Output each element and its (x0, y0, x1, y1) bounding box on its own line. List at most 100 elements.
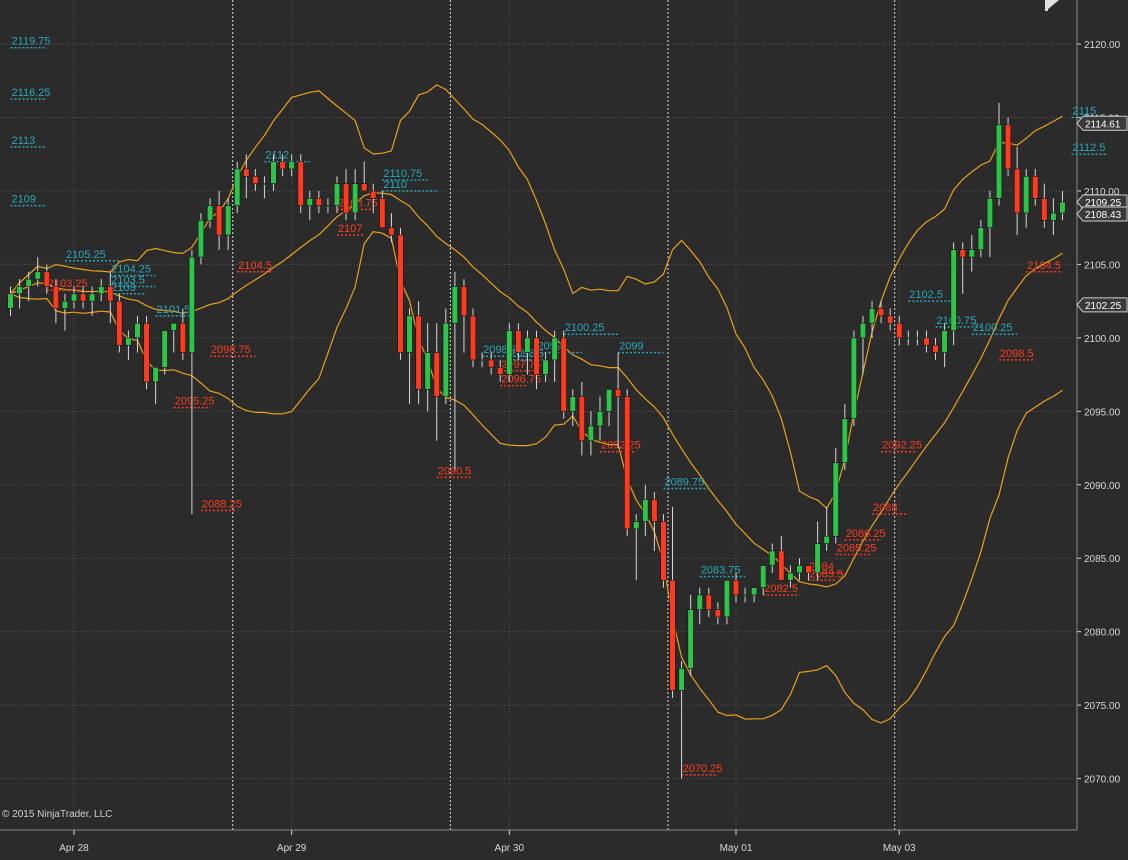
candle-body[interactable] (615, 388, 622, 397)
candle-body[interactable] (896, 322, 903, 339)
candle-body[interactable] (605, 388, 613, 412)
candle-body[interactable] (823, 535, 830, 544)
candle-body[interactable] (61, 300, 69, 309)
candle-body[interactable] (651, 499, 658, 522)
candle-body[interactable] (52, 286, 59, 309)
candle-body[interactable] (125, 337, 132, 346)
candle-body[interactable] (197, 220, 205, 258)
candle-body[interactable] (959, 249, 966, 258)
candle-body[interactable] (7, 293, 14, 309)
candle-body[interactable] (633, 521, 640, 530)
candle-body[interactable] (270, 161, 277, 184)
candle-body[interactable] (152, 366, 159, 383)
candle-body[interactable] (578, 396, 585, 442)
candle-body[interactable] (814, 543, 821, 574)
candle-body[interactable] (669, 579, 676, 691)
candle-body[interactable] (279, 161, 286, 170)
candle-body[interactable] (261, 183, 268, 185)
candle-body[interactable] (433, 352, 440, 397)
candle-body[interactable] (1041, 198, 1048, 221)
candle-body[interactable] (905, 337, 912, 340)
candle-body[interactable] (34, 271, 41, 280)
candle-body[interactable] (841, 418, 848, 464)
candle-body[interactable] (1059, 201, 1066, 214)
candle-body[interactable] (161, 330, 168, 368)
candle-body[interactable] (116, 300, 123, 346)
candle-body[interactable] (787, 572, 794, 581)
candle-body[interactable] (932, 344, 939, 353)
candle-body[interactable] (832, 462, 839, 537)
candle-body[interactable] (778, 550, 785, 581)
candle-body[interactable] (1023, 175, 1030, 214)
candle-body[interactable] (397, 234, 404, 353)
candle-body[interactable] (1032, 175, 1039, 199)
price-chart[interactable]: 2070.00 2075.00 2080.00 2085.00 2090.00 2095.… (0, 0, 1128, 855)
candle-body[interactable] (333, 183, 341, 206)
candle-body[interactable] (315, 198, 322, 206)
candle-body[interactable] (769, 550, 776, 566)
candle-body[interactable] (723, 579, 731, 618)
candle-body[interactable] (859, 322, 867, 339)
candle-body[interactable] (560, 337, 567, 412)
candle-body[interactable] (361, 183, 368, 192)
candle-body[interactable] (1050, 212, 1057, 221)
candle-body[interactable] (25, 278, 32, 287)
candle-body[interactable] (678, 668, 685, 691)
candle-body[interactable] (941, 330, 948, 353)
candle-body[interactable] (660, 521, 667, 581)
candle-body[interactable] (687, 609, 694, 669)
candle-body[interactable] (370, 190, 377, 199)
candle-body[interactable] (70, 293, 78, 302)
candle-body[interactable] (234, 168, 241, 206)
candle-body[interactable] (406, 315, 413, 353)
candle-body[interactable] (488, 359, 495, 368)
candle-body[interactable] (424, 352, 431, 390)
candle-body[interactable] (542, 359, 549, 375)
candle-body[interactable] (497, 366, 504, 375)
candle-body[interactable] (506, 330, 513, 375)
candle-body[interactable] (515, 330, 522, 353)
candle-body[interactable] (977, 227, 984, 251)
candle-body[interactable] (342, 183, 350, 214)
candle-body[interactable] (225, 205, 232, 236)
candlestick-chart-svg[interactable]: 2070.00 2075.00 2080.00 2085.00 2090.00 2095.… (0, 0, 1128, 855)
candle-body[interactable] (143, 322, 150, 383)
candle-body[interactable] (1004, 124, 1012, 170)
candle-body[interactable] (379, 198, 386, 228)
candle-body[interactable] (352, 183, 359, 214)
candle-body[interactable] (805, 565, 812, 574)
candle-body[interactable] (914, 337, 921, 340)
candle-body[interactable] (469, 315, 477, 361)
candle-body[interactable] (877, 308, 885, 317)
candle-body[interactable] (850, 337, 858, 419)
candle-body[interactable] (923, 337, 930, 346)
candle-body[interactable] (950, 249, 957, 331)
candle-body[interactable] (107, 286, 114, 302)
candle-body[interactable] (179, 322, 186, 353)
candle-body[interactable] (16, 286, 23, 295)
candle-body[interactable] (170, 322, 177, 331)
candle-body[interactable] (624, 396, 631, 530)
candle-body[interactable] (478, 359, 486, 362)
candle-body[interactable] (696, 594, 703, 610)
candle-body[interactable] (79, 293, 87, 302)
candle-body[interactable] (642, 499, 649, 522)
candle-body[interactable] (587, 425, 595, 442)
candle-body[interactable] (968, 249, 975, 258)
candle-body[interactable] (306, 198, 313, 206)
candle-body[interactable] (89, 293, 96, 302)
candle-body[interactable] (442, 322, 449, 397)
candle-body[interactable] (533, 337, 540, 375)
candle-body[interactable] (324, 205, 332, 207)
candle-body[interactable] (243, 168, 250, 177)
candle-body[interactable] (206, 205, 214, 221)
candle-body[interactable] (751, 587, 758, 596)
candle-body[interactable] (705, 594, 712, 610)
candle-body[interactable] (569, 396, 576, 412)
candle-body[interactable] (134, 322, 141, 339)
candle-body[interactable] (460, 286, 468, 317)
candle-body[interactable] (760, 565, 767, 588)
candle-body[interactable] (732, 579, 740, 596)
candle-body[interactable] (868, 308, 876, 324)
candle-body[interactable] (887, 315, 894, 324)
